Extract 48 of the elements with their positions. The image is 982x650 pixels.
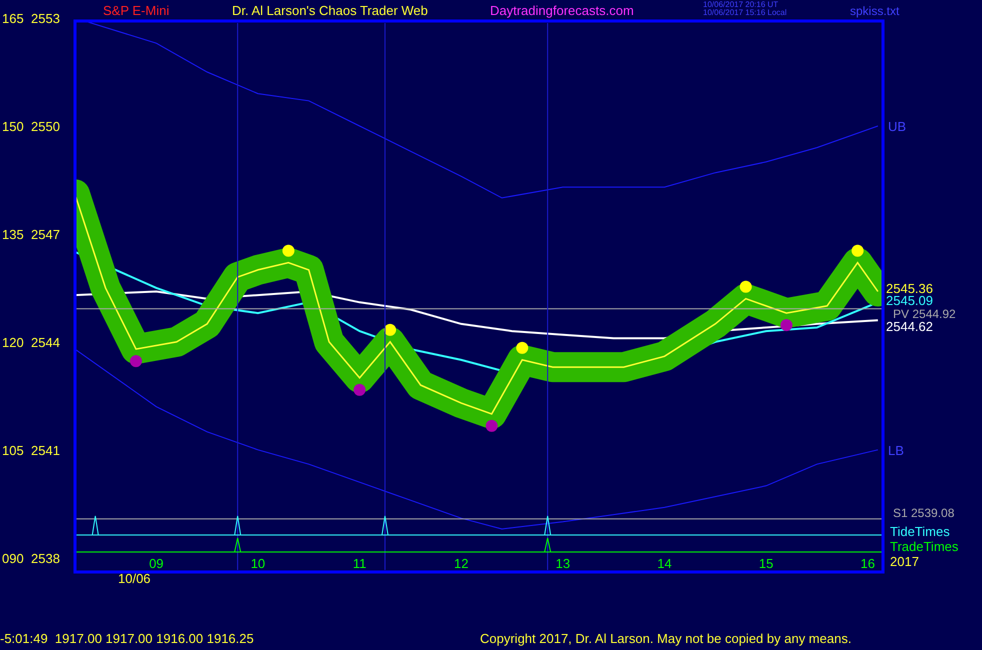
level-label: PV 2544.92	[893, 307, 956, 321]
pivot-dot	[852, 244, 864, 257]
y-axis-label: 2547	[31, 226, 60, 242]
chart-symbol: S&P E-Mini	[103, 3, 170, 18]
band-label: LB	[888, 442, 904, 458]
pivot-dot	[486, 420, 498, 432]
y-axis-code: 120	[2, 334, 24, 350]
y-axis-label: 2550	[31, 118, 60, 134]
chart-title: Dr. Al Larson's Chaos Trader Web	[232, 3, 428, 18]
y-axis-code: 135	[2, 226, 24, 242]
pivot-dot	[130, 355, 142, 368]
y-axis-code: 090	[2, 550, 24, 566]
y-axis-label: 2541	[31, 442, 60, 458]
x-axis-label: 10	[250, 556, 266, 571]
y-axis-code: 105	[2, 442, 24, 458]
x-axis-label: 12	[454, 556, 468, 571]
series-label: 2544.62	[886, 319, 933, 334]
level-label: S1 2539.08	[893, 506, 954, 520]
y-axis-label: 2553	[31, 11, 60, 26]
pivot-dot	[384, 324, 396, 336]
date-label: 10/06	[118, 571, 151, 586]
y-axis-label: 2544	[31, 334, 60, 350]
x-axis-label: 11	[352, 556, 366, 571]
pivot-dot	[516, 342, 528, 354]
x-axis-label: 16	[860, 556, 875, 571]
x-axis-label: 14	[657, 556, 672, 571]
y-axis-code: 150	[2, 118, 24, 134]
series-label: 2545.36	[886, 281, 933, 296]
timestamp: 10/06/2017 15:16 Local	[703, 8, 787, 17]
pivot-dot	[282, 244, 294, 257]
y-axis-code: 165	[2, 11, 24, 26]
pivot-dot	[780, 319, 792, 332]
series-label: 2545.09	[886, 293, 933, 308]
series-label: 2017	[890, 554, 919, 569]
copyright-notice: Copyright 2017, Dr. Al Larson. May not be copied by any means.	[480, 630, 852, 648]
x-axis-label: 13	[556, 556, 570, 571]
y-axis-label: 2538	[31, 550, 60, 566]
site-link[interactable]: Daytradingforecasts.com	[490, 3, 634, 18]
pivot-dot	[354, 384, 366, 396]
quote-readout: -5:01:49 1917.00 1917.00 1916.00 1916.25	[0, 630, 255, 648]
timestamp: 10/06/2017 20:16 UT	[703, 0, 778, 9]
file-name: spkiss.txt	[850, 4, 900, 18]
band-label: UB	[888, 118, 906, 134]
x-axis-label: 15	[758, 556, 774, 571]
pivot-dot	[740, 280, 752, 293]
series-label: TradeTimes	[890, 539, 958, 554]
x-axis-label: 09	[149, 556, 164, 571]
series-label: TideTimes	[890, 524, 950, 539]
